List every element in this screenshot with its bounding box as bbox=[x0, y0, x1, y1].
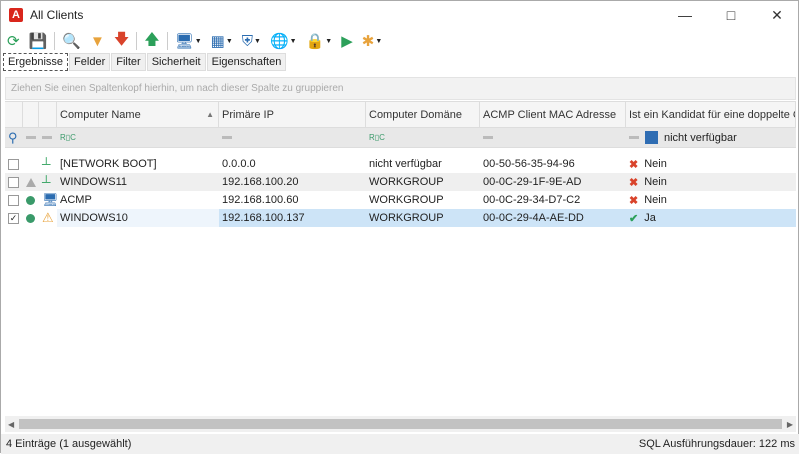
title-bar: A All Clients — □ ✕ bbox=[1, 1, 799, 29]
filter-dash[interactable] bbox=[222, 136, 232, 139]
play-icon[interactable]: ▶ bbox=[339, 31, 355, 51]
text-filter-icon[interactable]: R▯C bbox=[60, 133, 76, 142]
table-row[interactable]: ✓ ⚠ WINDOWS10 192.168.100.137 WORKGROUP … bbox=[5, 209, 796, 227]
header-computer-name[interactable]: Computer Name ▲ bbox=[57, 102, 219, 127]
sort-ascending-icon: ▲ bbox=[206, 110, 214, 119]
tab-eigenschaften[interactable]: Eigenschaften bbox=[206, 53, 287, 71]
tab-bar: Ergebnisse Felder Filter Sicherheit Eige… bbox=[3, 53, 287, 71]
search-icon[interactable]: ⚲ bbox=[5, 128, 23, 147]
warning-icon: ⚠ bbox=[42, 210, 54, 225]
network-lock-icon[interactable]: 🌐 ▼ bbox=[268, 31, 299, 51]
horizontal-scrollbar[interactable]: ◀ ▶ bbox=[5, 416, 796, 432]
puzzle-icon[interactable]: ✱ ▼ bbox=[360, 31, 385, 51]
header-domain[interactable]: Computer Domäne bbox=[366, 102, 480, 127]
row-checkbox[interactable] bbox=[8, 176, 19, 188]
filter-icon[interactable]: ▼ bbox=[88, 31, 107, 51]
mac-address: 00-0C-29-1F-9E-AD bbox=[483, 176, 582, 188]
computer-name: ACMP bbox=[60, 194, 92, 206]
primary-ip: 0.0.0.0 bbox=[222, 158, 256, 170]
maximize-button[interactable]: □ bbox=[708, 1, 754, 29]
filter-color-box[interactable] bbox=[645, 131, 658, 144]
toolbar: ⟳ 💾 🔍 ▼ 🡇 🡅 🖥 ▼ ▦ ▼ ⛨ ▼ 🌐 ▼ 🔒 ▼ ▶ ✱ ▼ bbox=[5, 30, 384, 52]
table-row[interactable]: 🖥 ACMP 192.168.100.60 WORKGROUP 00-0C-29… bbox=[5, 191, 796, 209]
cross-icon: ✖ bbox=[629, 194, 639, 207]
cross-icon: ✖ bbox=[629, 176, 639, 189]
computer-name: [NETWORK BOOT] bbox=[60, 158, 157, 170]
header-label: Computer Name bbox=[60, 108, 141, 121]
separator bbox=[54, 32, 56, 50]
table-row[interactable]: ┴ WINDOWS11 192.168.100.20 WORKGROUP 00-… bbox=[5, 173, 796, 191]
header-status[interactable] bbox=[23, 102, 39, 127]
scrollbar-thumb[interactable] bbox=[19, 419, 782, 429]
save-icon[interactable]: 💾 bbox=[27, 31, 50, 51]
text-filter-icon[interactable]: R▯C bbox=[369, 133, 385, 142]
status-bar: 4 Einträge (1 ausgewählt) SQL Ausführung… bbox=[1, 434, 799, 454]
domain: nicht verfügbar bbox=[369, 158, 442, 170]
header-row: Computer Name ▲ Primäre IP Computer Domän… bbox=[5, 101, 796, 128]
primary-ip: 192.168.100.137 bbox=[219, 209, 366, 227]
tab-ergebnisse[interactable]: Ergebnisse bbox=[3, 53, 69, 71]
window-title: All Clients bbox=[30, 8, 84, 22]
computer-search-icon[interactable]: 🔍 bbox=[60, 31, 83, 51]
mac-address: 00-50-56-35-94-96 bbox=[483, 158, 575, 170]
clients-grid: Computer Name ▲ Primäre IP Computer Domän… bbox=[5, 101, 796, 227]
candidate-filter-value[interactable]: nicht verfügbar bbox=[664, 132, 737, 144]
network-boot-icon: ┴ bbox=[42, 175, 51, 189]
refresh-icon[interactable]: ⟳ bbox=[5, 31, 22, 51]
filter-dash[interactable] bbox=[42, 136, 52, 139]
domain: WORKGROUP bbox=[369, 194, 444, 206]
duplicate-candidate: Ja bbox=[644, 212, 656, 224]
check-icon: ✔ bbox=[629, 212, 639, 225]
primary-ip: 192.168.100.60 bbox=[222, 194, 299, 206]
computer-name: WINDOWS11 bbox=[60, 176, 128, 188]
duplicate-candidate: Nein bbox=[644, 194, 667, 206]
header-duplicate-candidate[interactable]: Ist ein Kandidat für eine doppelte Cli bbox=[626, 102, 796, 127]
header-primary-ip[interactable]: Primäre IP bbox=[219, 102, 366, 127]
filter-dash[interactable] bbox=[26, 136, 36, 139]
filter-dash[interactable] bbox=[483, 136, 493, 139]
separator bbox=[136, 32, 138, 50]
scroll-left-icon[interactable]: ◀ bbox=[8, 420, 14, 429]
domain: WORKGROUP bbox=[369, 176, 444, 188]
row-checkbox[interactable]: ✓ bbox=[8, 212, 19, 224]
sql-duration: SQL Ausführungsdauer: 122 ms bbox=[638, 438, 795, 450]
lock-icon[interactable]: 🔒 ▼ bbox=[304, 31, 335, 51]
filter-dash[interactable] bbox=[629, 136, 639, 139]
row-checkbox[interactable] bbox=[8, 194, 19, 206]
offline-status-icon bbox=[26, 177, 36, 187]
network-boot-icon: ┴ bbox=[42, 157, 51, 171]
cross-icon: ✖ bbox=[629, 158, 639, 171]
tab-filter[interactable]: Filter bbox=[111, 53, 146, 71]
header-checkbox[interactable] bbox=[5, 102, 23, 127]
arrow-up-icon[interactable]: 🡅 bbox=[142, 31, 161, 51]
online-status-icon bbox=[26, 195, 35, 205]
app-logo: A bbox=[9, 8, 23, 22]
computer-settings-icon[interactable]: 🖥 ▼ bbox=[173, 31, 204, 51]
table-row[interactable]: ┴ [NETWORK BOOT] 0.0.0.0 nicht verfügbar… bbox=[5, 155, 796, 173]
arrow-down-icon[interactable]: 🡇 bbox=[112, 31, 131, 51]
online-status-icon bbox=[26, 213, 35, 223]
close-button[interactable]: ✕ bbox=[754, 1, 799, 29]
scroll-right-icon[interactable]: ▶ bbox=[787, 420, 793, 429]
header-mac[interactable]: ACMP Client MAC Adresse bbox=[480, 102, 626, 127]
shield-settings-icon[interactable]: ⛨ ▼ bbox=[240, 31, 263, 51]
row-checkbox[interactable] bbox=[8, 158, 19, 170]
entry-count: 4 Einträge (1 ausgewählt) bbox=[6, 438, 132, 450]
separator bbox=[166, 32, 168, 50]
filter-row: ⚲ R▯C R▯C nicht verfügbar bbox=[5, 128, 796, 148]
computer-icon: 🖥 bbox=[42, 192, 57, 207]
mac-address: 00-0C-29-4A-AE-DD bbox=[480, 209, 626, 227]
tab-felder[interactable]: Felder bbox=[69, 53, 111, 71]
primary-ip: 192.168.100.20 bbox=[222, 176, 299, 188]
mac-address: 00-0C-29-34-D7-C2 bbox=[483, 194, 581, 206]
tab-sicherheit[interactable]: Sicherheit bbox=[146, 53, 206, 71]
domain: WORKGROUP bbox=[366, 209, 480, 227]
duplicate-candidate: Nein bbox=[644, 158, 667, 170]
header-icon[interactable] bbox=[39, 102, 57, 127]
group-panel[interactable]: Ziehen Sie einen Spaltenkopf hierhin, um… bbox=[5, 77, 796, 100]
computer-name: WINDOWS10 bbox=[57, 209, 219, 227]
duplicate-candidate: Nein bbox=[644, 176, 667, 188]
layout-grid-icon[interactable]: ▦ ▼ bbox=[209, 31, 235, 51]
minimize-button[interactable]: — bbox=[662, 1, 708, 29]
